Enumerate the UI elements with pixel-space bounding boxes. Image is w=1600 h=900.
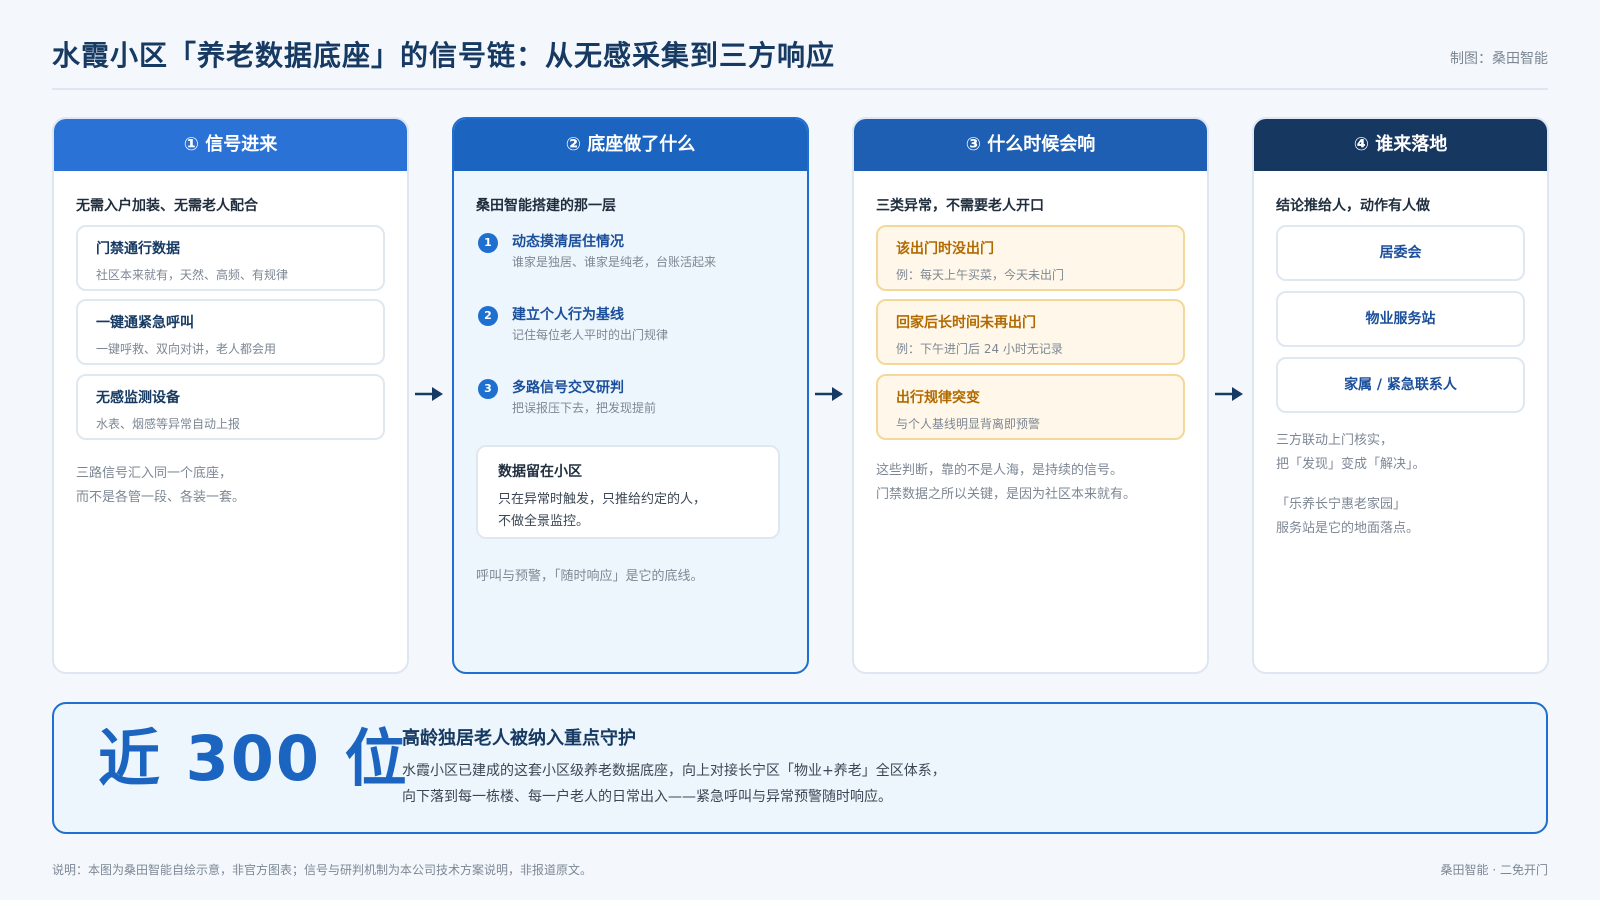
column-note: 三方联动上门核实， 把「发现」变成「解决」。 「乐养长宁惠老家园」 服务站是它的… <box>1276 429 1426 541</box>
desc-line: 水霞小区已建成的这套小区级养老数据底座，向上对接长宁区「物业+养老」全区体系， <box>402 763 946 779</box>
column-note: 呼叫与预警，「随时响应」是它的底线。 <box>476 565 704 589</box>
data-stays-local-card: 数据留在小区 只在异常时触发，只推给约定的人， 不做全景监控。 <box>476 445 780 539</box>
note-line: 而不是各管一段、各装一套。 <box>76 490 246 505</box>
card-title: 门禁通行数据 <box>96 241 180 257</box>
card-desc: 一键呼救、双向对讲，老人都会用 <box>96 342 277 356</box>
page-title: 水霞小区「养老数据底座」的信号链：从无感采集到三方响应 <box>52 39 836 72</box>
credit: 制图：桑田智能 <box>1450 51 1548 67</box>
desc-line: 向下落到每一栋楼、每一户老人的日常出入——紧急呼叫与异常预警随时响应。 <box>402 789 892 805</box>
card-title: 数据留在小区 <box>498 464 582 480</box>
step-title: 建立个人行为基线 <box>512 307 624 323</box>
column-header: ③ 什么时候会响 <box>854 119 1207 171</box>
note-spacer <box>1276 477 1426 493</box>
step-number: 1 <box>478 233 498 253</box>
header: 水霞小区「养老数据底座」的信号链：从无感采集到三方响应 制图：桑田智能 <box>52 30 1548 90</box>
responder-family: 家属 / 紧急联系人 <box>1276 357 1525 413</box>
step-title: 动态摸清居住情况 <box>512 234 624 250</box>
desc-line: 只在异常时触发，只推给约定的人， <box>498 492 707 507</box>
signal-card-access: 门禁通行数据 社区本来就有，天然、高频、有规律 <box>76 225 385 291</box>
column-note: 这些判断，靠的不是人海，是持续的信号。 门禁数据之所以关键，是因为社区本来就有。 <box>876 459 1136 507</box>
column-subtitle: 结论推给人，动作有人做 <box>1276 198 1430 214</box>
card-title: 该出门时没出门 <box>896 241 994 257</box>
arrow-right-icon <box>414 384 444 404</box>
column-responders: ④ 谁来落地 结论推给人，动作有人做 居委会 物业服务站 家属 / 紧急联系人 … <box>1252 117 1549 674</box>
alert-card-long-stay: 回家后长时间未再出门 例：下午进门后 24 小时无记录 <box>876 299 1185 365</box>
column-platform: ② 底座做了什么 桑田智能搭建的那一层 1 动态摸清居住情况 谁家是独居、谁家是… <box>452 117 809 674</box>
step-number: 2 <box>478 306 498 326</box>
column-header: ① 信号进来 <box>54 119 407 171</box>
column-alert-triggers: ③ 什么时候会响 三类异常，不需要老人开口 该出门时没出门 例：每天上午买菜，今… <box>852 117 1209 674</box>
note-line: 三方联动上门核实， <box>1276 433 1394 448</box>
arrow-right-icon <box>814 384 844 404</box>
step-desc: 谁家是独居、谁家是纯老，台账活起来 <box>512 255 717 269</box>
summary-banner: 近 300 位 高龄独居老人被纳入重点守护 水霞小区已建成的这套小区级养老数据底… <box>52 702 1548 834</box>
signal-card-sensors: 无感监测设备 水表、烟感等异常自动上报 <box>76 374 385 440</box>
responder-property-station: 物业服务站 <box>1276 291 1525 347</box>
banner-title: 高龄独居老人被纳入重点守护 <box>402 728 636 749</box>
footer-disclaimer: 说明：本图为桑田智能自绘示意，非官方图表；信号与研判机制为本公司技术方案说明，非… <box>52 863 593 877</box>
step-item: 1 动态摸清居住情况 谁家是独居、谁家是纯老，台账活起来 <box>478 231 778 287</box>
note-line: 门禁数据之所以关键，是因为社区本来就有。 <box>876 487 1137 502</box>
note-line: 呼叫与预警，「随时响应」是它的底线。 <box>476 569 704 584</box>
card-desc: 例：每天上午买菜，今天未出门 <box>896 268 1065 282</box>
card-title: 无感监测设备 <box>96 390 180 406</box>
card-desc: 例：下午进门后 24 小时无记录 <box>896 342 1063 356</box>
page: 水霞小区「养老数据底座」的信号链：从无感采集到三方响应 制图：桑田智能 ① 信号… <box>0 0 1600 900</box>
step-title: 多路信号交叉研判 <box>512 380 624 396</box>
card-desc: 只在异常时触发，只推给约定的人， 不做全景监控。 <box>498 489 758 533</box>
note-line: 把「发现」变成「解决」。 <box>1276 457 1426 472</box>
card-title: 回家后长时间未再出门 <box>896 315 1036 331</box>
card-title: 一键通紧急呼叫 <box>96 315 194 331</box>
headline-number: 近 300 位 <box>98 722 409 795</box>
step-item: 2 建立个人行为基线 记住每位老人平时的出门规律 <box>478 304 778 360</box>
responder-committee: 居委会 <box>1276 225 1525 281</box>
alert-card-pattern-change: 出行规律突变 与个人基线明显背离即预警 <box>876 374 1185 440</box>
card-desc: 与个人基线明显背离即预警 <box>896 417 1041 431</box>
card-desc: 社区本来就有，天然、高频、有规律 <box>96 268 289 282</box>
column-signals-in: ① 信号进来 无需入户加装、无需老人配合 门禁通行数据 社区本来就有，天然、高频… <box>52 117 409 674</box>
note-line: 这些判断，靠的不是人海，是持续的信号。 <box>876 463 1124 478</box>
column-header: ② 底座做了什么 <box>454 119 807 171</box>
column-header: ④ 谁来落地 <box>1254 119 1547 171</box>
alert-card-no-outing: 该出门时没出门 例：每天上午买菜，今天未出门 <box>876 225 1185 291</box>
column-subtitle: 无需入户加装、无需老人配合 <box>76 198 258 214</box>
desc-line: 不做全景监控。 <box>498 514 590 529</box>
column-subtitle: 三类异常，不需要老人开口 <box>876 198 1044 214</box>
step-number: 3 <box>478 379 498 399</box>
note-line: 「乐养长宁惠老家园」 <box>1276 497 1407 512</box>
card-title: 出行规律突变 <box>896 390 980 406</box>
step-desc: 把误报压下去，把发现提前 <box>512 401 657 415</box>
column-note: 三路信号汇入同一个底座， 而不是各管一段、各装一套。 <box>76 462 245 510</box>
banner-desc: 水霞小区已建成的这套小区级养老数据底座，向上对接长宁区「物业+养老」全区体系， … <box>402 758 946 810</box>
step-item: 3 多路信号交叉研判 把误报压下去，把发现提前 <box>478 377 778 433</box>
footer-brand: 桑田智能 · 二免开门 <box>1440 863 1548 877</box>
step-desc: 记住每位老人平时的出门规律 <box>512 328 669 342</box>
note-line: 服务站是它的地面落点。 <box>1276 521 1420 536</box>
signal-card-emergency-call: 一键通紧急呼叫 一键呼救、双向对讲，老人都会用 <box>76 299 385 365</box>
column-subtitle: 桑田智能搭建的那一层 <box>476 198 616 214</box>
note-line: 三路信号汇入同一个底座， <box>76 466 233 481</box>
card-desc: 水表、烟感等异常自动上报 <box>96 417 241 431</box>
arrow-right-icon <box>1214 384 1244 404</box>
